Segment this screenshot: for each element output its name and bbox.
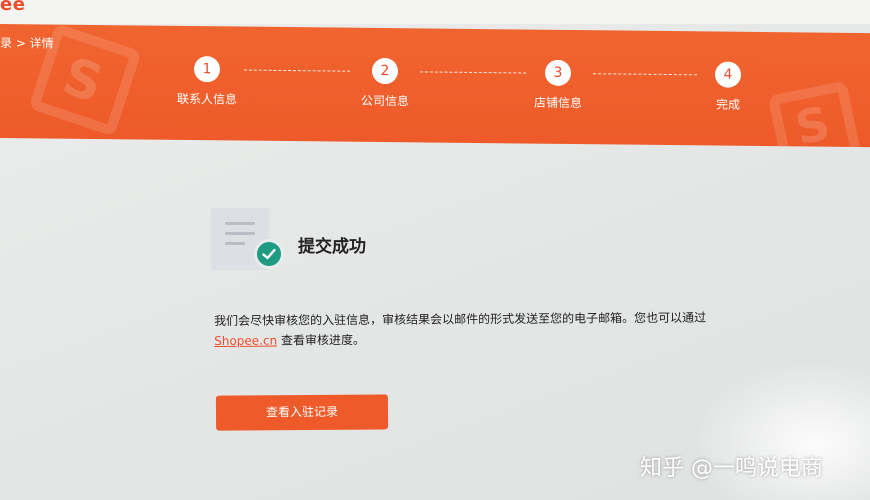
- step-shop-info: 3 店铺信息: [508, 59, 608, 111]
- description-suffix: 查看审核进度。: [277, 332, 366, 348]
- step-complete: 4 完成: [678, 61, 778, 113]
- view-application-records-button[interactable]: 查看入驻记录: [215, 394, 389, 431]
- success-description: 我们会尽快审核您的入驻信息，审核结果会以邮件的形式发送至您的电子邮箱。您也可以通…: [214, 307, 774, 351]
- step-number: 4: [715, 61, 741, 88]
- description-text: 我们会尽快审核您的入驻信息，审核结果会以邮件的形式发送至您的电子邮箱。您也可以通…: [214, 310, 707, 328]
- step-contact-info: 1 联系人信息: [157, 56, 257, 108]
- step-label: 完成: [715, 97, 740, 112]
- checkmark-icon: [254, 239, 284, 269]
- shopee-logo[interactable]: ee: [0, 0, 25, 15]
- success-title: 提交成功: [298, 237, 366, 257]
- top-bar: ee: [0, 0, 870, 24]
- step-label: 联系人信息: [176, 91, 237, 107]
- progress-banner: S S 录 > 详情 1 联系人信息 2 公司信息 3 店铺信息 4 完成: [0, 24, 870, 148]
- shopee-cn-link[interactable]: Shopee.cn: [214, 334, 277, 348]
- step-label: 公司信息: [360, 93, 409, 109]
- step-number: 1: [194, 56, 220, 83]
- step-label: 店铺信息: [533, 95, 582, 111]
- breadcrumb[interactable]: 录 > 详情: [0, 34, 54, 52]
- watermark: 知乎 @一鸣说电商: [640, 456, 823, 481]
- step-number: 3: [545, 59, 571, 86]
- step-company-info: 2 公司信息: [335, 57, 435, 110]
- step-number: 2: [372, 57, 398, 85]
